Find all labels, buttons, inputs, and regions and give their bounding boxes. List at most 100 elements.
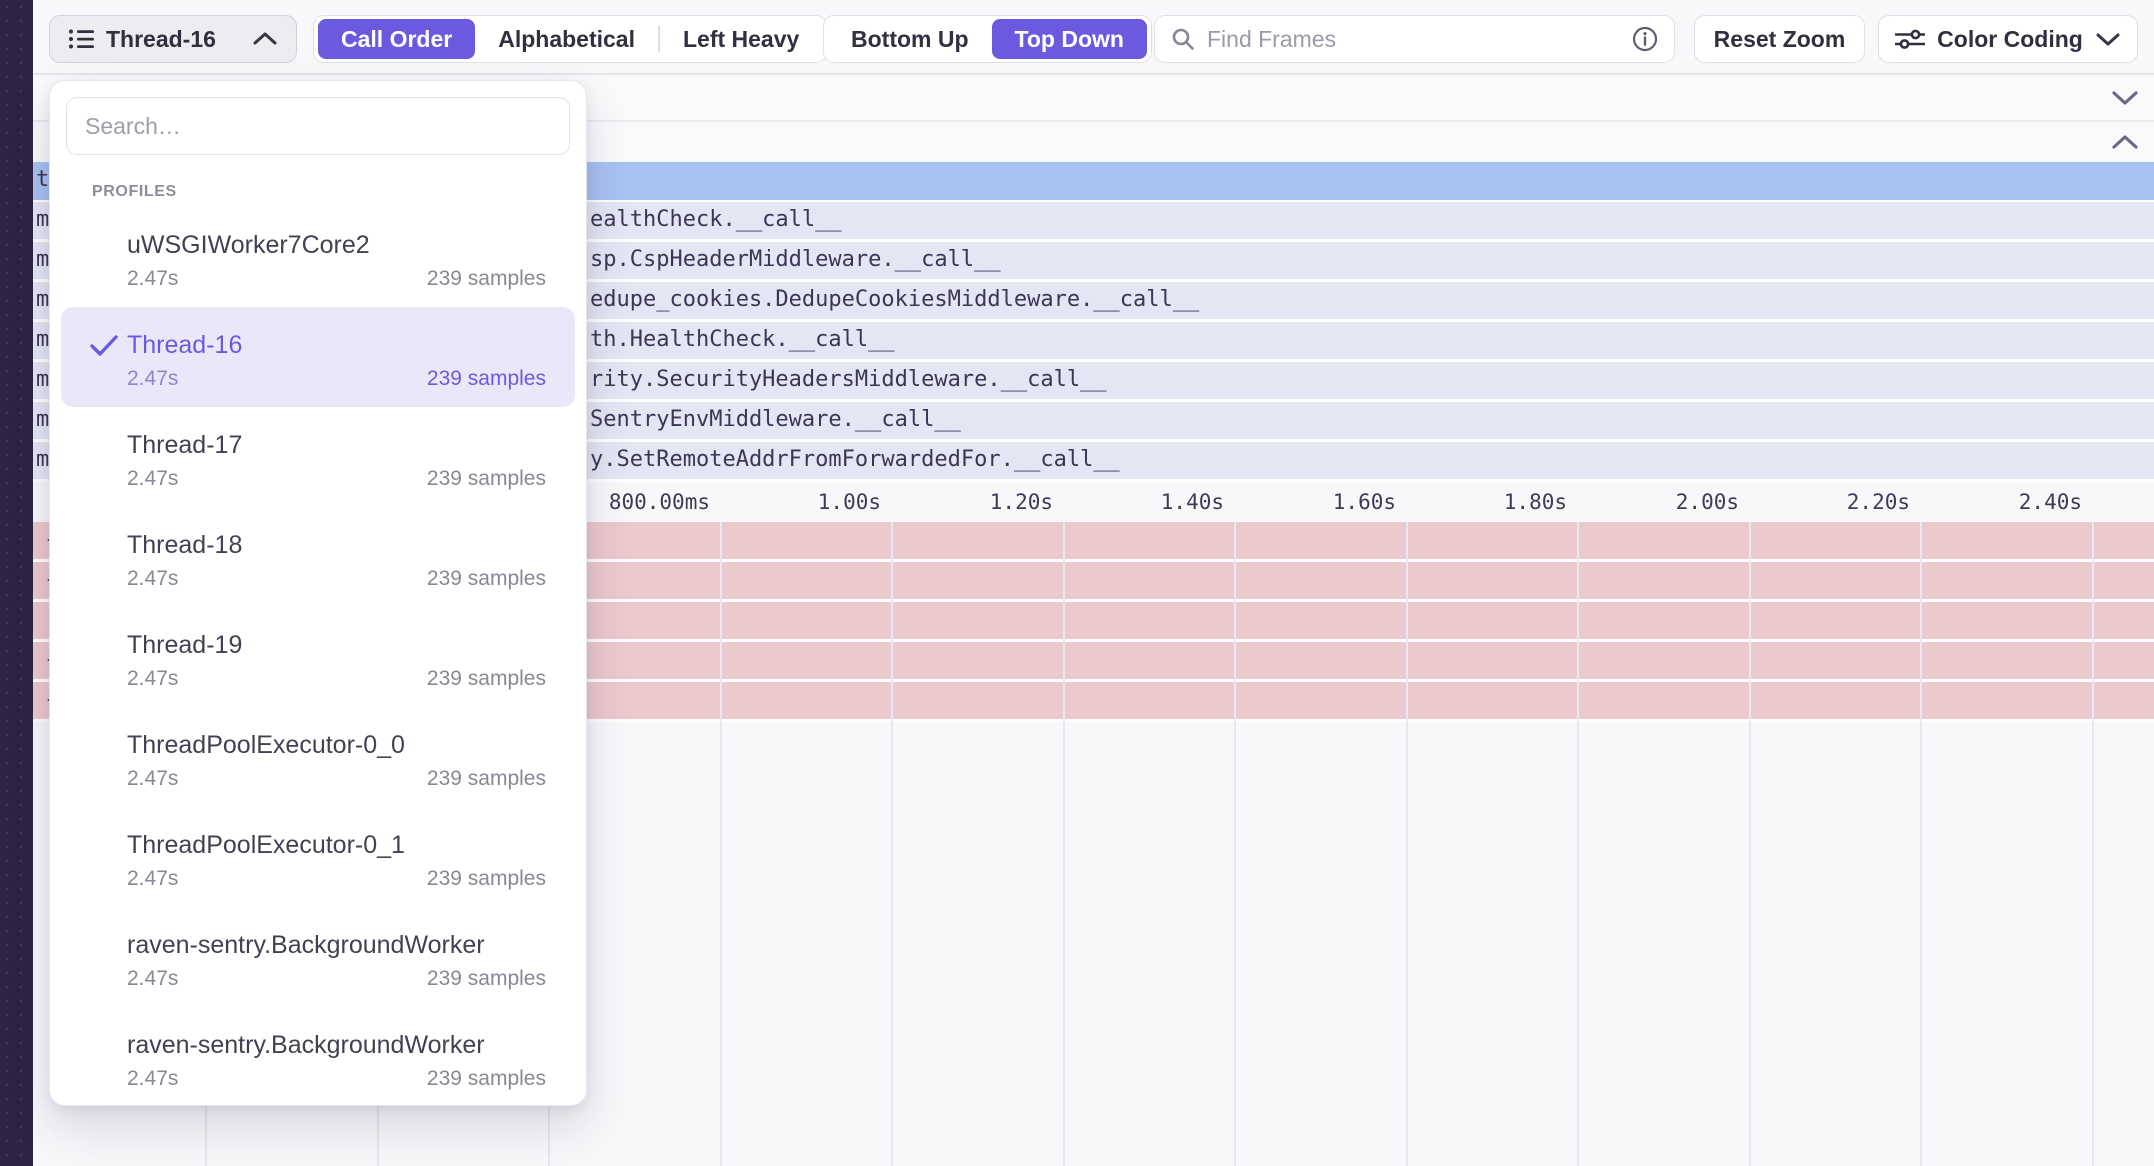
- profile-stats: 2.47s 239 samples: [127, 367, 546, 391]
- time-axis-label: 2.40s: [1922, 482, 2082, 522]
- time-gridline: [1577, 522, 1579, 1166]
- profile-name: uWSGIWorker7Core2: [127, 231, 546, 259]
- time-axis-label: 1.40s: [1064, 482, 1224, 522]
- frame-clipped-text: m: [36, 322, 49, 358]
- frame-clipped-text: m: [36, 442, 49, 478]
- profiles-search-input[interactable]: [85, 113, 551, 140]
- left-sidebar-strip: [0, 0, 33, 1166]
- profile-list-item[interactable]: raven-sentry.BackgroundWorker 2.47s 239 …: [61, 907, 575, 1007]
- profile-list-item[interactable]: raven-sentry.BackgroundWorker 2.47s 239 …: [61, 1007, 575, 1107]
- profile-list-item[interactable]: Thread-17 2.47s 239 samples: [61, 407, 575, 507]
- profiles-list: uWSGIWorker7Core2 2.47s 239 samples Thre…: [50, 207, 586, 1107]
- find-frames-search: [1154, 15, 1675, 63]
- profile-stats: 2.47s 239 samples: [127, 667, 546, 691]
- frame-label: edupe_cookies.DedupeCookiesMiddleware.__…: [590, 282, 1199, 318]
- profiles-section-label: PROFILES: [92, 183, 586, 203]
- profile-sample-count: 239 samples: [427, 467, 546, 491]
- profiles-search-box: [66, 97, 570, 155]
- profile-list-item[interactable]: ThreadPoolExecutor-0_1 2.47s 239 samples: [61, 807, 575, 907]
- profile-name: raven-sentry.BackgroundWorker: [127, 1031, 546, 1059]
- sliders-icon: [1895, 27, 1925, 51]
- profile-list-item[interactable]: Thread-16 2.47s 239 samples: [61, 307, 575, 407]
- sort-option-left-heavy[interactable]: Left Heavy: [660, 19, 822, 59]
- direction-group: Bottom Up Top Down: [823, 15, 1152, 63]
- time-gridline: [2092, 522, 2094, 1166]
- profile-stats: 2.47s 239 samples: [127, 567, 546, 591]
- profile-stats: 2.47s 239 samples: [127, 967, 546, 991]
- thread-selector-button[interactable]: Thread-16: [49, 15, 297, 63]
- profile-name: Thread-19: [127, 631, 546, 659]
- profile-stats: 2.47s 239 samples: [127, 467, 546, 491]
- frame-label: y.SetRemoteAddrFromForwardedFor.__call__: [590, 442, 1120, 478]
- profile-stats: 2.47s 239 samples: [127, 267, 546, 291]
- profile-stats: 2.47s 239 samples: [127, 1067, 546, 1091]
- profile-duration: 2.47s: [127, 767, 178, 791]
- profile-list-item[interactable]: Thread-19 2.47s 239 samples: [61, 607, 575, 707]
- profile-name: Thread-17: [127, 431, 546, 459]
- sort-option-call-order[interactable]: Call Order: [318, 19, 475, 59]
- time-axis-label: 1.20s: [893, 482, 1053, 522]
- time-gridline: [1063, 522, 1065, 1166]
- time-gridline: [1749, 522, 1751, 1166]
- profile-list-item[interactable]: ThreadPoolExecutor-0_0 2.47s 239 samples: [61, 707, 575, 807]
- time-axis-label: 1.00s: [721, 482, 881, 522]
- profile-name: Thread-18: [127, 531, 546, 559]
- time-gridline: [1234, 522, 1236, 1166]
- frame-label: SentryEnvMiddleware.__call__: [590, 402, 961, 438]
- frame-label: sp.CspHeaderMiddleware.__call__: [590, 242, 1001, 278]
- time-gridline: [891, 522, 893, 1166]
- profile-duration: 2.47s: [127, 367, 178, 391]
- profile-name: ThreadPoolExecutor-0_1: [127, 831, 546, 859]
- time-axis-label: 2.20s: [1750, 482, 1910, 522]
- profile-duration: 2.47s: [127, 267, 178, 291]
- profile-stats: 2.47s 239 samples: [127, 867, 546, 891]
- profile-sample-count: 239 samples: [427, 567, 546, 591]
- profile-duration: 2.47s: [127, 967, 178, 991]
- search-icon: [1171, 27, 1195, 51]
- time-gridline: [1406, 522, 1408, 1166]
- time-axis-label: 1.60s: [1236, 482, 1396, 522]
- info-icon[interactable]: [1632, 26, 1658, 52]
- flamegraph-profiler-app: tmealthCheck.__call__msp.CspHeaderMiddle…: [0, 0, 2154, 1166]
- profile-duration: 2.47s: [127, 867, 178, 891]
- profile-duration: 2.47s: [127, 467, 178, 491]
- time-gridline: [720, 522, 722, 1166]
- frame-label: rity.SecurityHeadersMiddleware.__call__: [590, 362, 1107, 398]
- profile-sample-count: 239 samples: [427, 1067, 546, 1091]
- profile-name: Thread-16: [127, 331, 546, 359]
- profiles-dropdown-panel: PROFILES uWSGIWorker7Core2 2.47s 239 sam…: [49, 80, 587, 1106]
- thread-selector-label: Thread-16: [106, 26, 241, 53]
- sort-order-group: Call Order Alphabetical Left Heavy: [313, 15, 827, 63]
- frame-clipped-text: m: [36, 402, 49, 438]
- profile-name: raven-sentry.BackgroundWorker: [127, 931, 546, 959]
- chevron-down-icon[interactable]: [2110, 89, 2140, 107]
- profile-duration: 2.47s: [127, 567, 178, 591]
- chevron-up-icon[interactable]: [2110, 133, 2140, 151]
- profile-list-item[interactable]: Thread-18 2.47s 239 samples: [61, 507, 575, 607]
- profile-stats: 2.47s 239 samples: [127, 767, 546, 791]
- checkmark-icon: [89, 333, 119, 359]
- profile-duration: 2.47s: [127, 667, 178, 691]
- direction-option-bottom-up[interactable]: Bottom Up: [828, 19, 992, 59]
- frame-clipped-text: m: [36, 202, 49, 238]
- direction-option-top-down[interactable]: Top Down: [992, 19, 1147, 59]
- chevron-down-icon: [2095, 31, 2121, 47]
- profile-sample-count: 239 samples: [427, 867, 546, 891]
- profile-list-item[interactable]: uWSGIWorker7Core2 2.47s 239 samples: [61, 207, 575, 307]
- color-coding-button[interactable]: Color Coding: [1878, 15, 2138, 63]
- sort-option-alphabetical[interactable]: Alphabetical: [475, 19, 658, 59]
- time-axis-label: 2.00s: [1579, 482, 1739, 522]
- frame-label: ealthCheck.__call__: [590, 202, 842, 238]
- time-gridline: [1920, 522, 1922, 1166]
- frame-clipped-text: m: [36, 242, 49, 278]
- toolbar: Thread-16 Call Order Alphabetical Left H…: [33, 0, 2154, 73]
- profile-duration: 2.47s: [127, 1067, 178, 1091]
- color-coding-label: Color Coding: [1937, 26, 2083, 53]
- frame-clipped-text: m: [36, 362, 49, 398]
- profile-name: ThreadPoolExecutor-0_0: [127, 731, 546, 759]
- find-frames-input[interactable]: [1207, 26, 1620, 53]
- profile-sample-count: 239 samples: [427, 967, 546, 991]
- profile-sample-count: 239 samples: [427, 367, 546, 391]
- profile-sample-count: 239 samples: [427, 767, 546, 791]
- reset-zoom-button[interactable]: Reset Zoom: [1694, 15, 1865, 63]
